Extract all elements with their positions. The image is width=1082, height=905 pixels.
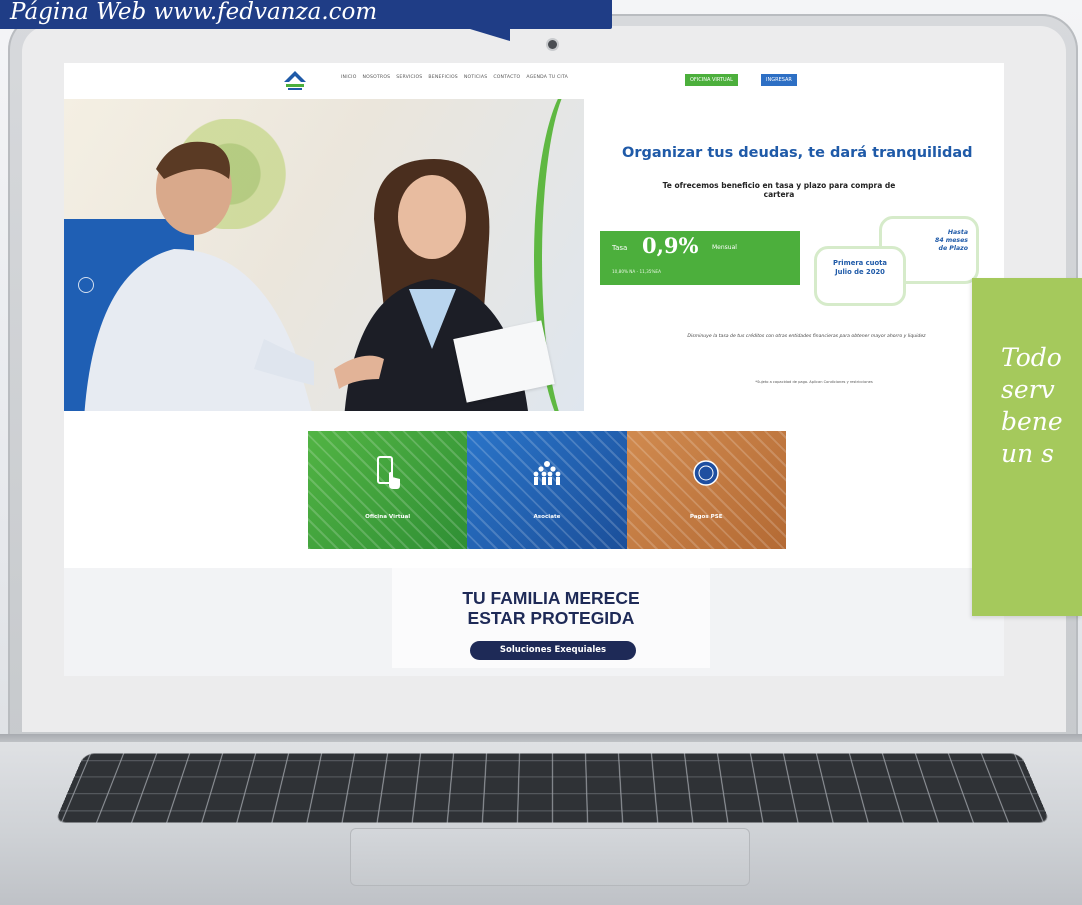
- plazo-text: Hasta 84 meses de Plazo: [935, 229, 968, 252]
- pse-icon: [693, 460, 719, 486]
- tile-label-pse: Pagos PSE: [689, 514, 723, 520]
- logo-icon[interactable]: [282, 69, 308, 93]
- webcam-icon: [548, 40, 557, 49]
- hero-note: Disminuye la tasa de tus créditos con ot…: [687, 334, 926, 339]
- tile-oficina-virtual[interactable]: Oficina Virtual: [308, 431, 468, 549]
- rate-value: 0,9%: [642, 233, 699, 258]
- hero-photo: [64, 99, 584, 411]
- tile-label-oficina: Oficina Virtual: [365, 514, 411, 520]
- keyboard: [54, 753, 1051, 823]
- caption-tag: Página Web www.fedvanza.com: [0, 0, 612, 29]
- oficina-virtual-button[interactable]: OFICINA VIRTUAL: [685, 74, 738, 86]
- hero-copy: Organizar tus deudas, te dará tranquilid…: [584, 99, 1004, 411]
- people-group-icon: [533, 461, 561, 485]
- tile-asociate[interactable]: Asociate: [467, 431, 627, 549]
- cuota-bubble: Primera cuota Julio de 2020: [814, 246, 906, 306]
- nav-item-inicio[interactable]: INICIO: [341, 75, 357, 80]
- nav-item-beneficios[interactable]: BENEFICIOS: [428, 75, 457, 80]
- hero-subtitle: Te ofrecemos beneficio en tasa y plazo p…: [662, 181, 896, 199]
- site-navbar: INICIO NOSOTROS SERVICIOS BENEFICIOS NOT…: [64, 63, 1004, 99]
- hero-title: Organizar tus deudas, te dará tranquilid…: [622, 145, 973, 161]
- promo-title: TU FAMILIA MERECE ESTAR PROTEGIDA: [392, 588, 710, 628]
- side-note: Todo serv bene un s: [972, 278, 1082, 616]
- promo-card: TU FAMILIA MERECE ESTAR PROTEGIDA Soluci…: [392, 568, 710, 668]
- tile-texture: [467, 431, 627, 549]
- promo-title-line1: TU FAMILIA MERECE: [462, 588, 640, 608]
- nav-item-nosotros[interactable]: NOSOTROS: [363, 75, 391, 80]
- nav-item-agenda[interactable]: AGENDA TU CITA: [526, 75, 568, 80]
- nav-item-contacto[interactable]: CONTACTO: [493, 75, 520, 80]
- tile-texture: [626, 431, 786, 549]
- slider-prev-icon[interactable]: [78, 277, 94, 293]
- soluciones-exequiales-button[interactable]: Soluciones Exequiales: [470, 641, 636, 660]
- nav-item-servicios[interactable]: SERVICIOS: [396, 75, 422, 80]
- laptop-screen: INICIO NOSOTROS SERVICIOS BENEFICIOS NOT…: [64, 63, 1004, 676]
- hero-fine-print: *Sujeto a capacidad de pago. Aplican Con…: [755, 380, 873, 384]
- trackpad: [350, 828, 750, 886]
- rate-unit: Mensual: [712, 244, 737, 251]
- side-note-text: Todo serv bene un s: [1001, 343, 1063, 468]
- service-tiles: Oficina Virtual Asociate Pagos PSE: [308, 431, 786, 549]
- man-figure: [84, 141, 314, 411]
- rate-ea: 10,80% NA - 11,35%EA: [612, 269, 661, 274]
- promo-title-line2: ESTAR PROTEGIDA: [467, 608, 635, 628]
- cuota-text: Primera cuota Julio de 2020: [832, 259, 888, 276]
- tile-pagos-pse[interactable]: Pagos PSE: [626, 431, 786, 549]
- rate-box: Tasa 0,9% Mensual 10,80% NA - 11,35%EA: [600, 231, 800, 285]
- caption-text: Página Web www.fedvanza.com: [10, 0, 378, 25]
- nav-menu: INICIO NOSOTROS SERVICIOS BENEFICIOS NOT…: [341, 75, 568, 80]
- rate-label: Tasa: [612, 244, 628, 252]
- tile-label-asociate: Asociate: [533, 514, 561, 520]
- phone-touch-icon: [376, 456, 400, 489]
- nav-item-noticias[interactable]: NOTICIAS: [464, 75, 487, 80]
- ingresar-button[interactable]: INGRESAR: [761, 74, 797, 86]
- caption-pointer: [470, 29, 510, 41]
